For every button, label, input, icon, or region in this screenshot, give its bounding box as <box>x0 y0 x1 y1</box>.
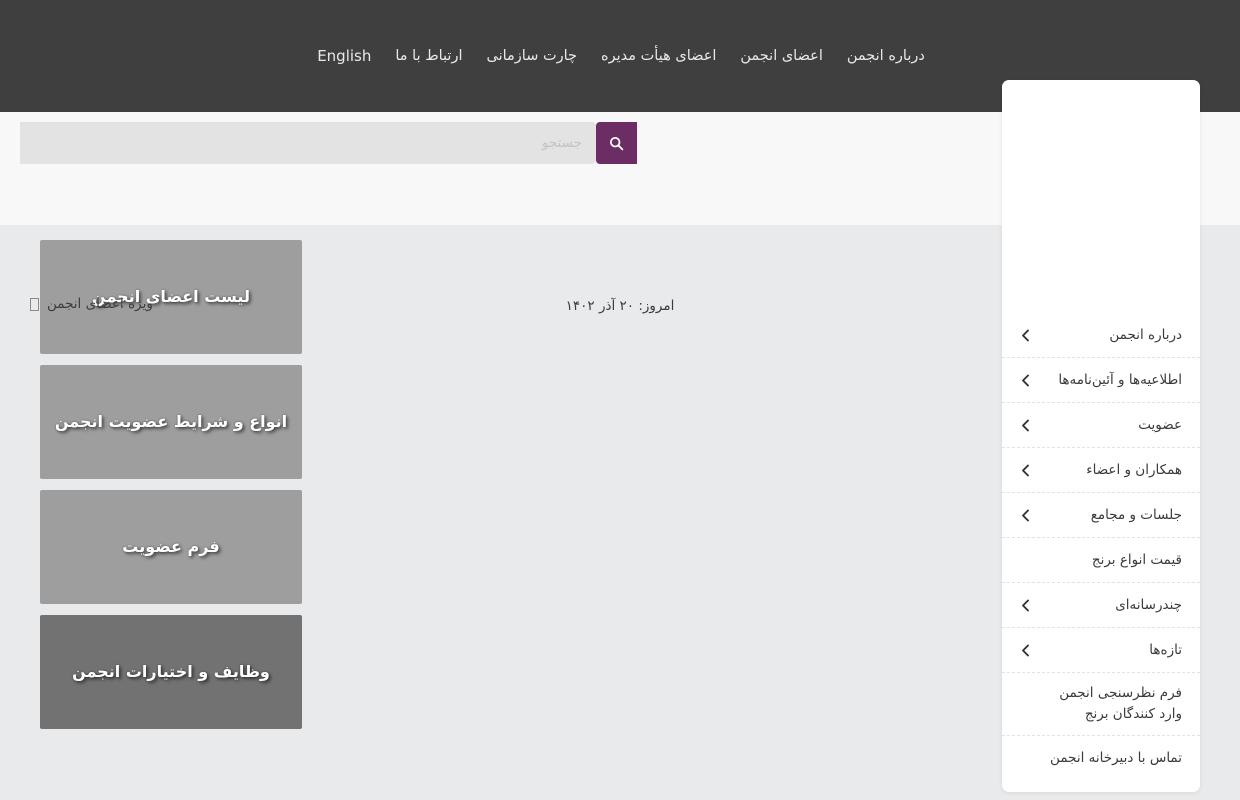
nav-item-2[interactable]: اعضای هیأت مدیره <box>589 49 728 64</box>
chevron-left-icon <box>1018 373 1032 387</box>
right-sidebar-menu: درباره انجمن اطلاعیه‌ها و آئین‌نامه‌ها عضو… <box>1002 80 1200 792</box>
lock-icon <box>30 297 39 311</box>
quick-link-card-title: وظایف و اختیارات انجمن <box>72 661 270 681</box>
sidebar-item-label: اطلاعیه‌ها و آئین‌نامه‌ها <box>1058 371 1182 388</box>
quick-link-card-2[interactable]: فرم عضویت <box>40 490 302 604</box>
sidebar-item-3[interactable]: همکاران و اعضاء <box>1002 448 1200 493</box>
sidebar-item-label: فرم نظرسنجی انجمن وارد کنندگان برنج <box>1059 685 1182 722</box>
members-only-label: ویژه اعضای انجمن <box>47 296 153 312</box>
chevron-left-icon <box>1018 463 1032 477</box>
chevron-left-icon <box>1018 508 1032 522</box>
chevron-left-icon <box>1018 418 1032 432</box>
page-root: درباره انجمن اعضای انجمن اعضای هیأت مدیره چ… <box>0 0 1240 800</box>
sidebar-item-label: تازه‌ها <box>1149 641 1182 658</box>
sidebar-item-4[interactable]: جلسات و مجامع <box>1002 493 1200 538</box>
sidebar-item-label: عضویت <box>1138 416 1182 433</box>
search-input[interactable] <box>20 122 596 164</box>
main-nav: درباره انجمن اعضای انجمن اعضای هیأت مدیره چ… <box>303 48 937 64</box>
search-icon <box>609 136 624 151</box>
chevron-left-icon <box>1018 643 1032 657</box>
sidebar-item-1[interactable]: اطلاعیه‌ها و آئین‌نامه‌ها <box>1002 358 1200 403</box>
sidebar-item-8[interactable]: فرم نظرسنجی انجمن وارد کنندگان برنج <box>1002 673 1200 736</box>
nav-item-4[interactable]: ارتباط با ما <box>383 49 474 64</box>
sidebar-item-7[interactable]: تازه‌ها <box>1002 628 1200 673</box>
sidebar-item-label: قیمت انواع برنج <box>1091 551 1182 568</box>
quick-link-card-title: انواع و شرایط عضویت انجمن <box>54 411 288 431</box>
members-only-link[interactable]: ویژه اعضای انجمن <box>30 296 153 312</box>
sidebar-item-9[interactable]: تماس با دبیرخانه انجمن <box>1002 736 1200 781</box>
nav-item-0[interactable]: درباره انجمن <box>835 49 937 64</box>
quick-link-card-title: فرم عضویت <box>122 536 220 556</box>
nav-item-5[interactable]: English <box>303 48 383 64</box>
sidebar-item-label: تماس با دبیرخانه انجمن <box>1050 749 1182 766</box>
quick-link-card-1[interactable]: انواع و شرایط عضویت انجمن <box>40 365 302 479</box>
sidebar-item-6[interactable]: چندرسانه‌ای <box>1002 583 1200 628</box>
search-submit-button[interactable] <box>596 122 637 164</box>
sidebar-item-label: همکاران و اعضاء <box>1086 461 1182 478</box>
sidebar-item-0[interactable]: درباره انجمن <box>1002 313 1200 358</box>
search-bar <box>20 122 637 164</box>
chevron-left-icon <box>1018 328 1032 342</box>
chevron-left-icon <box>1018 598 1032 612</box>
nav-item-3[interactable]: چارت سازمانی <box>475 49 590 64</box>
sidebar-item-label: جلسات و مجامع <box>1090 506 1182 523</box>
sidebar-item-2[interactable]: عضویت <box>1002 403 1200 448</box>
quick-link-card-3[interactable]: وظایف و اختیارات انجمن <box>40 615 302 729</box>
sidebar-item-label: چندرسانه‌ای <box>1115 596 1182 613</box>
sidebar-item-5[interactable]: قیمت انواع برنج <box>1002 538 1200 583</box>
sidebar-item-label: درباره انجمن <box>1109 326 1182 343</box>
nav-item-1[interactable]: اعضای انجمن <box>728 49 834 64</box>
